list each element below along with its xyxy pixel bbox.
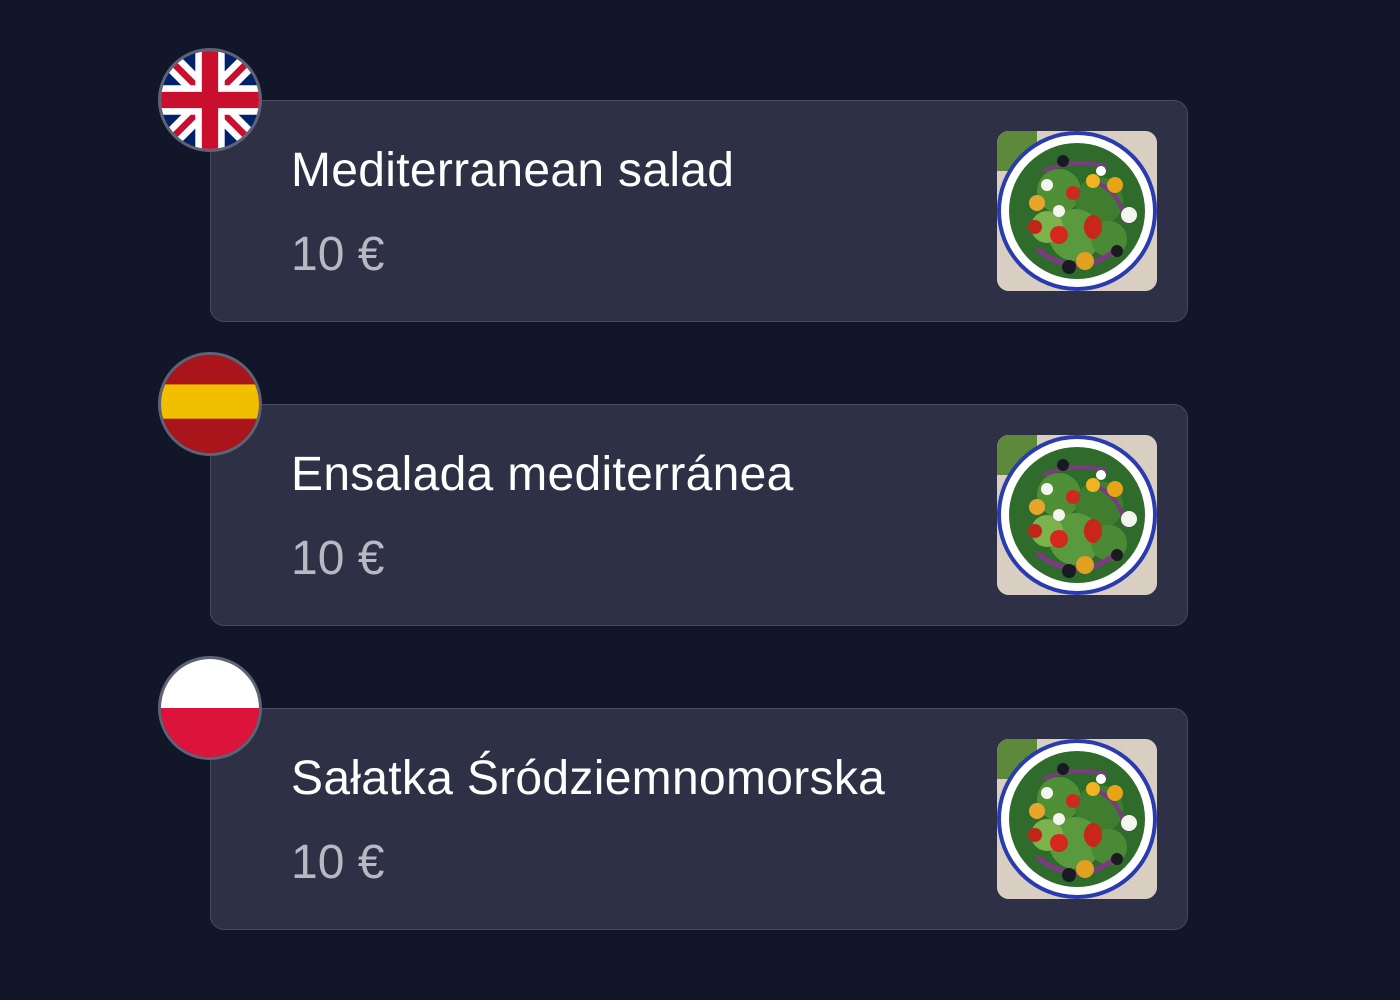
dish-photo [997,131,1157,291]
menu-item-card[interactable]: Sałatka Śródziemnomorska 10 € [210,708,1188,930]
menu-item-card[interactable]: Ensalada mediterránea 10 € [210,404,1188,626]
dish-price: 10 € [291,228,385,281]
dish-photo [997,739,1157,899]
menu-item-card[interactable]: Mediterranean salad 10 € [210,100,1188,322]
menu-list: Mediterranean salad 10 € Ensalada medite… [0,0,1400,1000]
uk-flag-icon[interactable] [158,48,262,152]
dish-name: Sałatka Śródziemnomorska [291,752,886,805]
dish-name: Mediterranean salad [291,144,735,197]
spain-flag-icon[interactable] [158,352,262,456]
dish-name: Ensalada mediterránea [291,448,794,501]
poland-flag-icon[interactable] [158,656,262,760]
dish-price: 10 € [291,836,385,889]
dish-photo [997,435,1157,595]
dish-price: 10 € [291,532,385,585]
